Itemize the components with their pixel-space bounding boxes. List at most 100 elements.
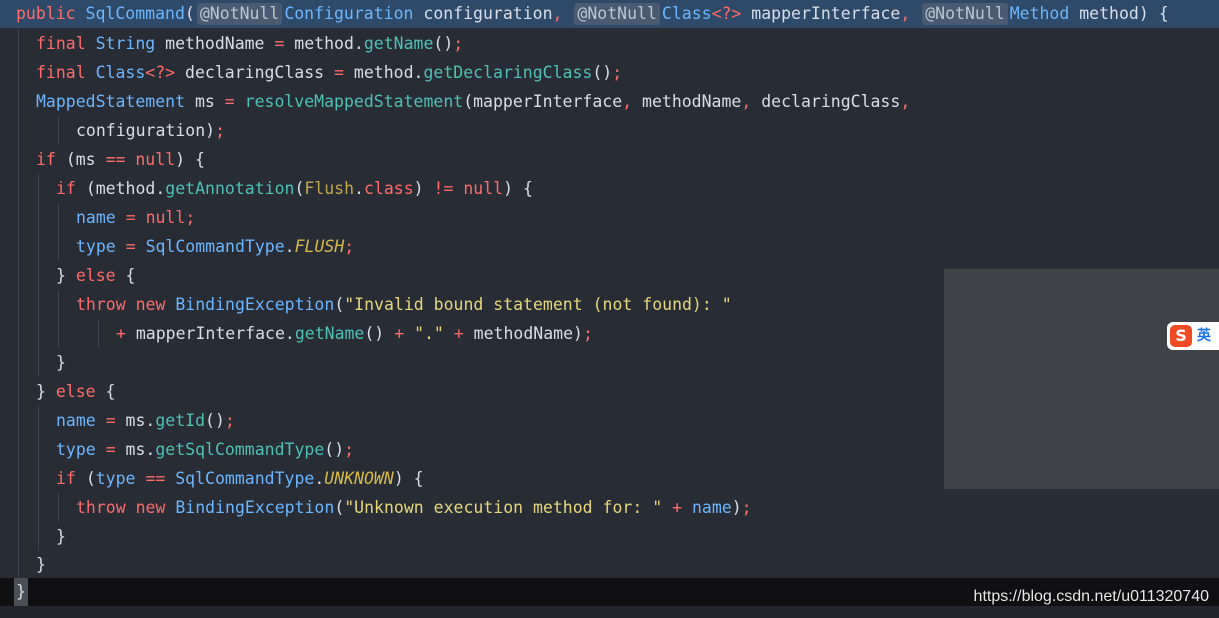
code-token: ms.	[115, 411, 156, 430]
code-token: ;	[344, 237, 355, 256]
status-strip	[0, 606, 1219, 618]
code-line[interactable]: }	[0, 522, 1219, 551]
code-token: ;	[612, 63, 623, 82]
indent-guide	[38, 348, 39, 377]
code-token: !=	[433, 179, 454, 198]
code-token: +	[116, 324, 136, 343]
code-token: ==	[145, 469, 166, 488]
code-token: }	[56, 527, 66, 546]
code-text: }	[56, 522, 66, 551]
code-token: +	[672, 498, 683, 517]
indent-guide	[38, 174, 39, 203]
code-line[interactable]: name = null;	[0, 203, 1219, 232]
annotation-hint: @NotNull	[922, 3, 1008, 25]
code-token: ()	[433, 34, 454, 53]
code-token: ;	[741, 498, 752, 517]
indent-guide	[18, 232, 19, 261]
annotation-hint: @NotNull	[574, 3, 660, 25]
code-token: +	[394, 324, 405, 343]
code-token: (	[85, 469, 96, 488]
code-token: final	[36, 63, 96, 82]
code-line[interactable]: configuration);	[0, 116, 1219, 145]
code-token: String	[95, 34, 156, 53]
code-token: name	[76, 208, 116, 227]
code-token: ()	[205, 411, 225, 430]
code-token: public	[16, 4, 86, 23]
code-line[interactable]: if (ms == null) {	[0, 145, 1219, 174]
code-token: }	[36, 555, 46, 574]
code-line[interactable]: if (method.getAnnotation(Flush.class) !=…	[0, 174, 1219, 203]
code-token: methodName	[632, 92, 742, 111]
code-text: } else {	[36, 377, 115, 406]
indent-guide	[38, 406, 39, 435]
indent-guide	[38, 232, 39, 261]
code-token: ) {	[175, 150, 205, 169]
code-token: ()	[324, 440, 345, 459]
code-text: MappedStatement ms = resolveMappedStatem…	[36, 87, 910, 116]
code-token: .	[284, 237, 295, 256]
code-token: ;	[224, 411, 235, 430]
code-token: =	[334, 63, 344, 82]
indent-guide	[38, 522, 39, 551]
code-token: )	[731, 498, 742, 517]
code-line[interactable]: public SqlCommand(@NotNull Configuration …	[0, 0, 1219, 28]
code-line[interactable]: }	[0, 550, 1219, 579]
code-token: Class	[95, 63, 146, 82]
code-token: }	[56, 266, 76, 285]
indent-guide	[38, 493, 39, 522]
indent-guide	[38, 290, 39, 319]
code-token: =	[125, 208, 136, 227]
code-token: SqlCommandType	[175, 469, 315, 488]
code-token: null	[145, 208, 186, 227]
code-token: ms.	[115, 440, 156, 459]
code-token: mapperInterface.	[135, 324, 295, 343]
code-token: .	[354, 179, 364, 198]
indent-guide	[38, 261, 39, 290]
code-token: declaringClass	[751, 92, 901, 111]
code-token: getName	[363, 34, 434, 53]
closing-brace: }	[16, 582, 26, 601]
ime-mode-label[interactable]: 英	[1197, 322, 1211, 350]
indent-guide	[58, 319, 59, 348]
indent-guide	[18, 203, 19, 232]
indent-guide	[18, 377, 19, 406]
code-token: "Unknown execution method for: "	[344, 498, 663, 517]
code-token: configuration	[413, 4, 553, 23]
code-token: new	[135, 498, 176, 517]
code-token: +	[453, 324, 464, 343]
indent-guide	[58, 203, 59, 232]
code-token: ;	[582, 324, 593, 343]
code-text: } else {	[56, 261, 135, 290]
code-text: }	[36, 550, 46, 579]
code-token: ;	[185, 208, 196, 227]
code-token: <?>	[145, 63, 176, 82]
code-token: getSqlCommandType	[155, 440, 325, 459]
ime-toolbar[interactable]: S 英	[1167, 322, 1219, 350]
indent-guide	[18, 348, 19, 377]
code-token: method) {	[1069, 4, 1169, 23]
code-token: resolveMappedStatement	[244, 92, 464, 111]
code-text: name = ms.getId();	[56, 406, 235, 435]
code-line[interactable]: type = SqlCommandType.FLUSH;	[0, 232, 1219, 261]
code-line[interactable]: final String methodName = method.getName…	[0, 29, 1219, 58]
code-token: (mapperInterface	[463, 92, 623, 111]
code-token: (	[334, 498, 345, 517]
code-token: final	[36, 34, 96, 53]
code-text: }	[56, 348, 66, 377]
code-line[interactable]: final Class<?> declaringClass = method.g…	[0, 58, 1219, 87]
annotation-hint: @NotNull	[196, 3, 283, 25]
code-token: SqlCommand	[85, 4, 185, 23]
code-line[interactable]: throw new BindingException("Unknown exec…	[0, 493, 1219, 522]
code-line[interactable]: MappedStatement ms = resolveMappedStatem…	[0, 87, 1219, 116]
indent-guide	[38, 435, 39, 464]
code-token: methodName)	[463, 324, 583, 343]
